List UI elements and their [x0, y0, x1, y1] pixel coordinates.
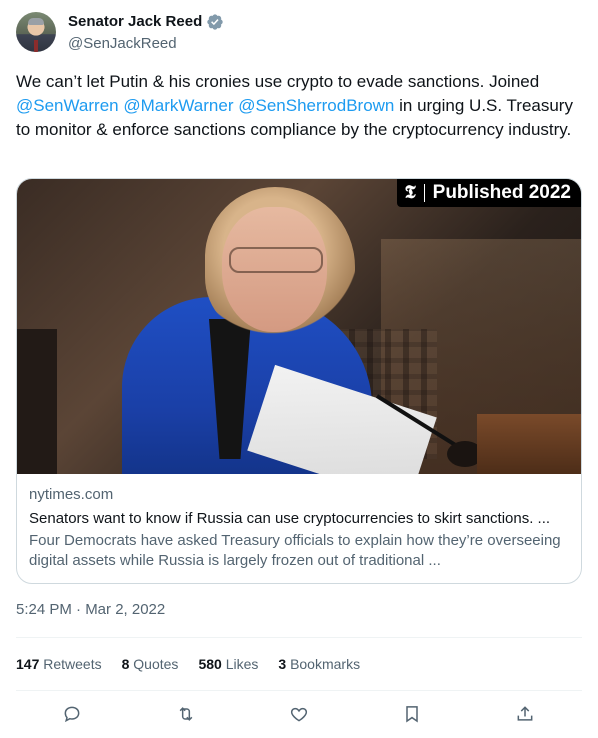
- badge-separator: [423, 184, 425, 202]
- bookmark-icon[interactable]: [400, 702, 424, 726]
- quotes-label: Quotes: [133, 656, 179, 672]
- author-handle[interactable]: @SenJackReed: [68, 34, 224, 54]
- mention-sensherrodbrown[interactable]: @SenSherrodBrown: [238, 96, 394, 115]
- divider: [16, 690, 582, 691]
- bookmarks-stat[interactable]: 3 Bookmarks: [278, 654, 360, 674]
- tweet-stats: 147 Retweets 8 Quotes 580 Likes 3 Bookma…: [16, 654, 360, 674]
- nameplate-shape: [477, 414, 581, 474]
- link-preview-card[interactable]: 𝕿 Published 2022 nytimes.com Senators wa…: [16, 178, 582, 584]
- share-icon[interactable]: [513, 702, 537, 726]
- tweet-timestamp[interactable]: 5:24 PM · Mar 2, 2022: [16, 600, 165, 620]
- tweet-header: Senator Jack Reed @SenJackReed: [16, 12, 582, 54]
- verified-badge-icon: [207, 14, 223, 30]
- retweets-label: Retweets: [43, 656, 102, 672]
- author-avatar[interactable]: [16, 12, 56, 52]
- avatar-tie: [34, 40, 38, 52]
- divider: [16, 637, 582, 638]
- mention-markwarner[interactable]: @MarkWarner: [123, 96, 233, 115]
- card-domain: nytimes.com: [29, 486, 114, 503]
- avatar-hair: [28, 18, 44, 25]
- published-badge: 𝕿 Published 2022: [396, 179, 581, 207]
- card-description: Four Democrats have asked Treasury offic…: [29, 532, 561, 569]
- like-icon[interactable]: [287, 702, 311, 726]
- mention-senwarren[interactable]: @SenWarren: [16, 96, 119, 115]
- author-name-block: Senator Jack Reed @SenJackReed: [68, 12, 224, 54]
- card-image[interactable]: 𝕿 Published 2022: [17, 179, 581, 474]
- likes-label: Likes: [225, 656, 259, 672]
- tweet-text: We can’t let Putin & his cronies use cry…: [16, 70, 582, 142]
- bookmarks-label: Bookmarks: [290, 656, 361, 672]
- card-title: Senators want to know if Russia can use …: [29, 510, 551, 527]
- quotes-stat[interactable]: 8 Quotes: [122, 654, 179, 674]
- chair-shape: [17, 329, 57, 474]
- tweet-text-start: We can’t let Putin & his cronies use cry…: [16, 72, 540, 91]
- card-meta: nytimes.com Senators want to know if Rus…: [29, 485, 569, 571]
- bookmarks-count: 3: [278, 656, 287, 672]
- retweets-stat[interactable]: 147 Retweets: [16, 654, 102, 674]
- glasses-shape: [229, 247, 323, 273]
- nyt-logo-icon: 𝕿: [404, 182, 416, 203]
- likes-count: 580: [198, 656, 222, 672]
- retweets-count: 147: [16, 656, 40, 672]
- tweet-actions: [16, 702, 582, 728]
- published-badge-text: Published 2022: [432, 182, 571, 203]
- reply-icon[interactable]: [60, 702, 84, 726]
- retweet-icon[interactable]: [174, 702, 198, 726]
- author-display-name[interactable]: Senator Jack Reed: [68, 12, 224, 32]
- quotes-count: 8: [121, 656, 130, 672]
- likes-stat[interactable]: 580 Likes: [198, 654, 258, 674]
- author-display-name-text: Senator Jack Reed: [68, 13, 203, 30]
